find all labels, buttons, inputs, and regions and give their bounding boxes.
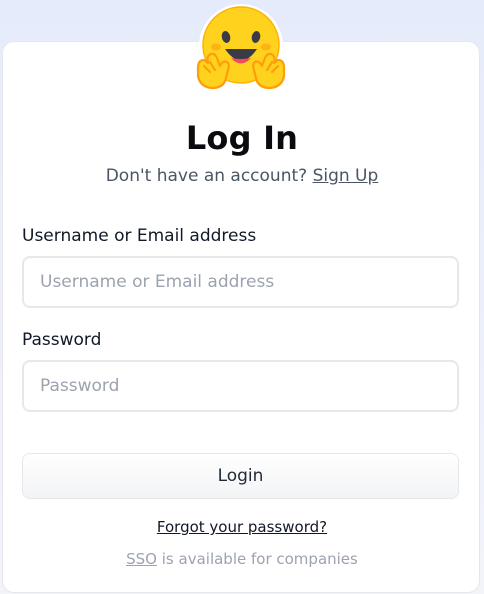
signup-prompt: Don't have an account? Sign Up [0,164,484,188]
username-label: Username or Email address [22,226,257,246]
username-input[interactable] [22,256,459,308]
login-button[interactable]: Login [22,453,459,499]
sso-notice-text: is available for companies [161,550,358,568]
page-title: Log In [185,119,299,157]
signup-link[interactable]: Sign Up [313,166,379,186]
password-input[interactable] [22,360,459,412]
sso-link[interactable]: SSO [126,550,157,568]
hugging-face-icon [196,4,286,90]
signup-prompt-text: Don't have an account? [105,166,308,186]
sso-notice: SSO is available for companies [0,548,484,570]
password-label: Password [22,330,102,350]
forgot-password-link[interactable]: Forgot your password? [0,516,484,538]
